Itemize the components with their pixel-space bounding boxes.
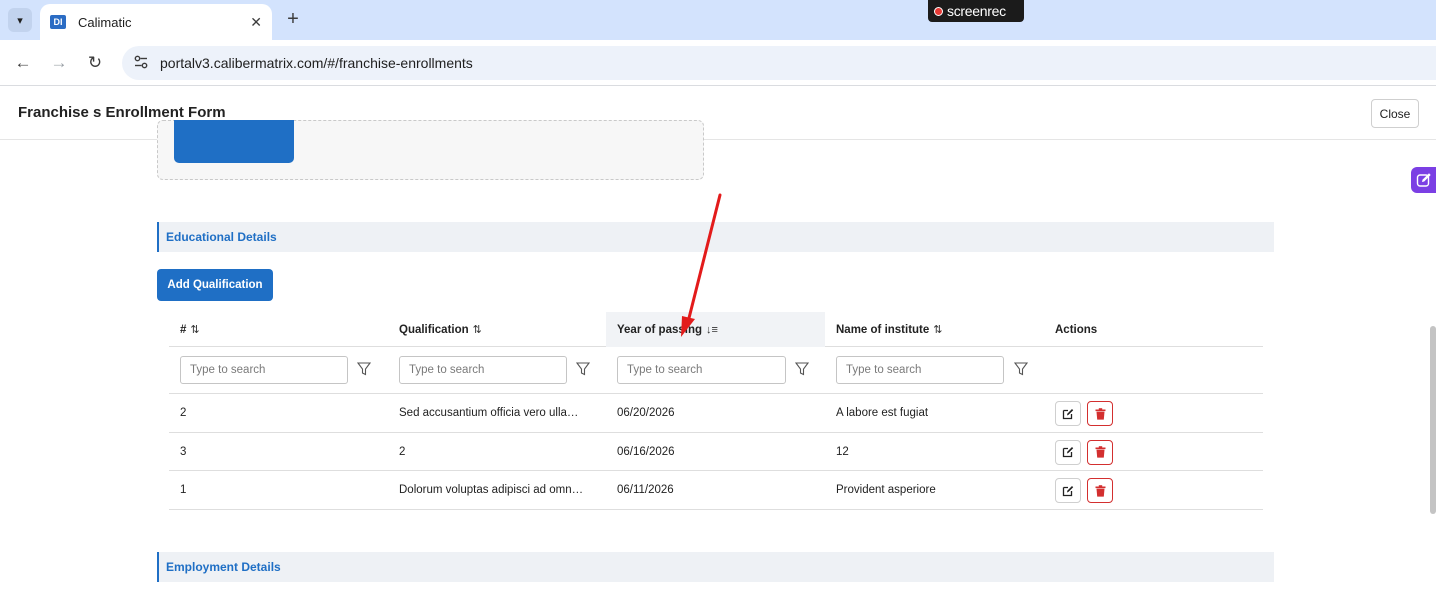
sort-desc-icon[interactable]: ↓≡: [706, 324, 718, 336]
employment-details-header: Employment Details: [157, 552, 1274, 582]
annotation-arrow-line: [686, 193, 722, 324]
tab-close-icon[interactable]: ✕: [250, 14, 262, 31]
column-header-actions: Actions: [1044, 312, 1263, 347]
edit-icon: [1062, 447, 1074, 458]
edit-button[interactable]: [1055, 478, 1081, 503]
tab-search-dropdown-icon[interactable]: ▾: [8, 8, 32, 32]
table-header-row: # ⇅ Qualification ⇅ Year of passing ↓≡ N…: [169, 312, 1263, 347]
modal-title: Franchise s Enrollment Form: [18, 104, 226, 121]
table-row: 3 2 06/16/2026 12: [169, 433, 1263, 471]
trash-icon: [1095, 407, 1105, 420]
upload-button[interactable]: [174, 120, 294, 163]
filter-input-institute[interactable]: [836, 356, 1004, 384]
add-qualification-button[interactable]: Add Qualification: [157, 269, 273, 301]
filter-icon[interactable]: [795, 361, 809, 377]
filter-input-year[interactable]: [617, 356, 786, 384]
delete-button[interactable]: [1087, 401, 1113, 426]
filter-icon[interactable]: [576, 361, 590, 377]
filter-input-number[interactable]: [180, 356, 348, 384]
qualifications-table: # ⇅ Qualification ⇅ Year of passing ↓≡ N…: [169, 312, 1263, 510]
trash-icon: [1095, 484, 1105, 497]
cell-qualification: 2: [399, 445, 406, 458]
table-row: 1 Dolorum voluptas adipisci ad omn… 06/1…: [169, 471, 1263, 510]
pencil-icon: [1416, 173, 1431, 187]
trash-icon: [1095, 446, 1105, 458]
column-label: Year of passing: [617, 323, 703, 336]
cell-institute: Provident asperiore: [836, 484, 936, 496]
cell-institute: 12: [836, 445, 849, 458]
cell-year: 06/16/2026: [617, 445, 675, 458]
screenrec-badge[interactable]: screenrec: [928, 0, 1024, 22]
close-button[interactable]: Close: [1371, 99, 1419, 128]
tab-title: Calimatic: [78, 14, 132, 30]
sort-both-icon[interactable]: ⇅: [933, 323, 942, 336]
forward-arrow-icon[interactable]: →: [48, 52, 70, 74]
column-header-year-of-passing[interactable]: Year of passing ↓≡: [606, 312, 825, 347]
browser-tab-calimatic[interactable]: DI Calimatic ✕: [40, 4, 272, 40]
column-header-number[interactable]: # ⇅: [169, 312, 388, 347]
reload-icon[interactable]: ↻: [84, 52, 106, 74]
column-label: Qualification: [399, 323, 469, 336]
column-label: Actions: [1055, 323, 1098, 336]
cell-number: 1: [180, 484, 187, 496]
cell-year: 06/20/2026: [617, 407, 675, 419]
delete-button[interactable]: [1087, 439, 1113, 465]
column-label: #: [180, 323, 187, 336]
cell-qualification: Sed accusantium officia vero ulla…: [399, 407, 579, 419]
browser-toolbar: ← → ↻ portalv3.calibermatrix.com/#/franc…: [0, 40, 1436, 86]
column-header-name-of-institute[interactable]: Name of institute ⇅: [825, 312, 1044, 347]
browser-tab-bar: ▾ DI Calimatic ✕ + screenrec: [0, 0, 1436, 40]
calimatic-favicon-icon: DI: [50, 15, 66, 29]
cell-institute: A labore est fugiat: [836, 407, 929, 419]
cell-year: 06/11/2026: [617, 484, 674, 496]
section-title: Employment Details: [166, 560, 281, 574]
section-title: Educational Details: [166, 230, 277, 244]
sort-both-icon[interactable]: ⇅: [190, 323, 199, 336]
filter-icon[interactable]: [1014, 361, 1028, 377]
edit-icon: [1062, 408, 1074, 419]
edit-button[interactable]: [1055, 401, 1081, 426]
record-dot-icon: [934, 6, 943, 16]
filter-input-qualification[interactable]: [399, 356, 567, 384]
educational-details-header: Educational Details: [157, 222, 1274, 252]
address-bar[interactable]: portalv3.calibermatrix.com/#/franchise-e…: [122, 46, 1436, 80]
page-scrollbar[interactable]: [1430, 326, 1436, 514]
table-row: 2 Sed accusantium officia vero ulla… 06/…: [169, 394, 1263, 433]
delete-button[interactable]: [1087, 478, 1113, 503]
annotate-pen-icon[interactable]: [1411, 167, 1436, 193]
cell-number: 3: [180, 445, 187, 458]
filter-row: [169, 347, 1263, 394]
edit-button[interactable]: [1055, 439, 1081, 465]
sort-both-icon[interactable]: ⇅: [473, 323, 482, 336]
filter-icon[interactable]: [357, 361, 371, 377]
edit-icon: [1062, 485, 1074, 496]
back-arrow-icon[interactable]: ←: [12, 52, 34, 74]
column-header-qualification[interactable]: Qualification ⇅: [388, 312, 607, 347]
cell-number: 2: [180, 407, 187, 419]
column-label: Name of institute: [836, 323, 930, 336]
new-tab-plus-icon[interactable]: +: [282, 8, 304, 30]
screenrec-label: screenrec: [947, 3, 1006, 19]
cell-qualification: Dolorum voluptas adipisci ad omn…: [399, 484, 584, 496]
url-text: portalv3.calibermatrix.com/#/franchise-e…: [160, 55, 473, 71]
site-settings-icon[interactable]: [132, 54, 150, 72]
